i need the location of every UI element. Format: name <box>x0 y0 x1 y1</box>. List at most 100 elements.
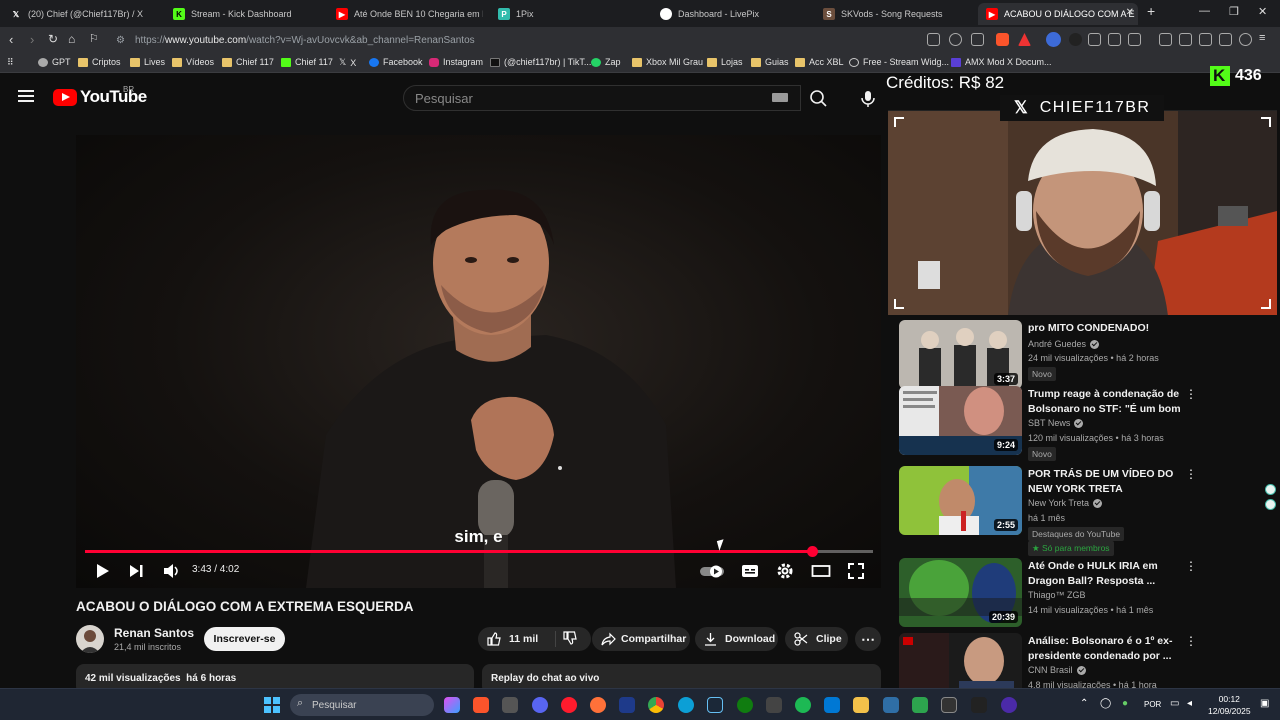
video-thumbnail[interactable]: 20:39 <box>899 558 1022 627</box>
outlook-icon[interactable] <box>824 697 840 713</box>
firefox-icon[interactable] <box>590 697 606 713</box>
app-icon[interactable] <box>502 697 518 713</box>
discord-icon[interactable] <box>532 697 548 713</box>
close-window-icon[interactable]: ✕ <box>1258 5 1267 18</box>
bookmark-icon[interactable]: ⚐ <box>89 32 99 45</box>
fullscreen-icon[interactable] <box>847 562 865 580</box>
next-icon[interactable] <box>128 562 144 580</box>
forward-icon[interactable]: › <box>30 32 34 47</box>
volume-icon[interactable] <box>162 562 180 580</box>
widget-icon[interactable] <box>1265 499 1276 510</box>
voice-search-button[interactable] <box>858 86 878 110</box>
browser-tab[interactable]: K Stream - Kick Dashboard <box>165 3 325 25</box>
like-button[interactable]: 11 mil <box>478 631 556 647</box>
clip-button[interactable]: Clipe <box>785 627 848 651</box>
maximize-icon[interactable]: ❐ <box>1229 5 1239 18</box>
chrome-icon[interactable] <box>648 697 664 713</box>
profile-extension-icon[interactable] <box>1046 32 1061 47</box>
cast-icon[interactable] <box>927 33 940 46</box>
apps-icon[interactable]: ⠿ <box>7 57 14 68</box>
system-clock[interactable]: 00:12 12/09/2025 <box>1208 693 1251 717</box>
bookmark-folder[interactable]: Vídeos <box>172 57 214 67</box>
rewards-icon[interactable] <box>1018 33 1031 46</box>
bookmark-gpt[interactable]: GPT <box>38 57 71 67</box>
recommended-video[interactable]: 2:55 POR TRÁS DE UM VÍDEO DO NEW YORK TR… <box>899 466 1199 556</box>
minimize-icon[interactable]: — <box>1199 5 1210 17</box>
bookmark-link[interactable]: Instagram <box>429 57 483 67</box>
video-player[interactable]: sim, e 3:43 / 4:02 <box>76 135 881 588</box>
progress-scrubber[interactable] <box>806 546 818 557</box>
share-button[interactable]: Compartilhar <box>592 627 690 651</box>
bookmark-folder[interactable]: Chief 117 <box>222 57 274 67</box>
leo-icon[interactable] <box>1219 33 1232 46</box>
bookmark-folder[interactable]: Criptos <box>78 57 121 67</box>
recommended-video[interactable]: Análise: Bolsonaro é o 1º ex-presidente … <box>899 633 1199 688</box>
app-icon[interactable] <box>971 697 987 713</box>
settings-gear-icon[interactable] <box>776 562 794 580</box>
video-thumbnail[interactable] <box>899 633 1022 688</box>
autoplay-toggle[interactable] <box>699 562 727 580</box>
download-button[interactable]: Download <box>695 627 778 651</box>
file-explorer-icon[interactable] <box>853 697 869 713</box>
app-icon[interactable] <box>1001 697 1017 713</box>
search-input[interactable]: Pesquisar <box>403 85 801 111</box>
tray-icon[interactable]: ◯ <box>1100 698 1111 709</box>
windows-start-icon[interactable] <box>264 697 280 713</box>
more-actions-icon[interactable]: ⋯ <box>855 627 881 651</box>
recommended-video[interactable]: 20:39 Até Onde o HULK IRIA em Dragon Bal… <box>899 558 1199 638</box>
media-icon[interactable] <box>1159 33 1172 46</box>
bookmark-link[interactable]: Chief 117 <box>281 57 333 67</box>
home-icon[interactable]: ⌂ <box>68 32 75 46</box>
copilot-icon[interactable] <box>444 697 460 713</box>
channel-name[interactable]: New York Treta <box>1028 498 1103 508</box>
share-icon[interactable] <box>971 33 984 46</box>
video-thumbnail[interactable]: 2:55 <box>899 466 1022 535</box>
bookmark-folder[interactable]: Guias <box>751 57 789 67</box>
channel-name[interactable]: SBT News <box>1028 418 1084 428</box>
chevron-up-icon[interactable]: ⌃ <box>1080 698 1088 709</box>
language-indicator[interactable]: POR <box>1144 700 1161 709</box>
keyboard-icon[interactable] <box>772 93 788 102</box>
vpn-icon[interactable] <box>1239 33 1252 46</box>
site-info-icon[interactable]: ⚙ <box>116 35 125 46</box>
spotify-icon[interactable] <box>795 697 811 713</box>
hamburger-menu-icon[interactable] <box>18 90 34 102</box>
more-options-icon[interactable]: ⋮ <box>1185 560 1197 572</box>
menu-icon[interactable]: ≡ <box>1259 32 1265 44</box>
shield-icon[interactable] <box>619 697 635 713</box>
edge-icon[interactable] <box>678 697 694 713</box>
zoom-icon[interactable] <box>949 33 962 46</box>
address-bar[interactable]: ⚙ https://www.youtube.com/watch?v=Wj-avU… <box>110 30 910 50</box>
extension-icon[interactable] <box>1069 33 1082 46</box>
speaker-icon[interactable]: ◂ <box>1187 698 1192 709</box>
reload-icon[interactable]: ↻ <box>48 32 58 46</box>
back-icon[interactable]: ‹ <box>9 32 13 47</box>
browser-tab[interactable]: Dashboard - LivePix <box>652 3 812 25</box>
video-thumbnail[interactable]: 3:37 <box>899 320 1022 389</box>
video-thumbnail[interactable]: 9:24 <box>899 386 1022 455</box>
channel-name[interactable]: André Guedes <box>1028 339 1100 349</box>
extension-icon[interactable] <box>1088 33 1101 46</box>
calculator-icon[interactable] <box>883 697 899 713</box>
bookmark-folder[interactable]: Acc XBL <box>795 57 844 67</box>
play-icon[interactable] <box>94 562 110 580</box>
app-icon[interactable] <box>766 697 782 713</box>
extension-icon[interactable] <box>1128 33 1141 46</box>
channel-avatar[interactable] <box>76 625 104 653</box>
new-tab-icon[interactable]: + <box>1147 3 1155 19</box>
puzzle-icon[interactable] <box>1108 33 1121 46</box>
video-title[interactable]: pro MITO CONDENADO! <box>1028 321 1183 336</box>
brave-shield-icon[interactable] <box>996 33 1009 46</box>
search-button[interactable] <box>801 85 837 111</box>
browser-tab[interactable]: P 1Pix <box>490 3 645 25</box>
video-title[interactable]: Trump reage à condenação de Bolsonaro no… <box>1028 387 1183 417</box>
bookmark-folder[interactable]: Lives <box>130 57 165 67</box>
bookmark-link[interactable]: (@chief117br) | TikT... <box>490 57 591 67</box>
recommended-video[interactable]: 9:24 Trump reage à condenação de Bolsona… <box>899 386 1199 466</box>
close-icon[interactable] <box>1265 484 1276 495</box>
captions-icon[interactable] <box>741 562 759 580</box>
app-icon[interactable] <box>912 697 928 713</box>
dislike-button[interactable] <box>556 630 577 648</box>
browser-tab[interactable]: 𝕏 (20) Chief (@Chief117Br) / X <box>2 3 162 25</box>
opera-icon[interactable] <box>561 697 577 713</box>
